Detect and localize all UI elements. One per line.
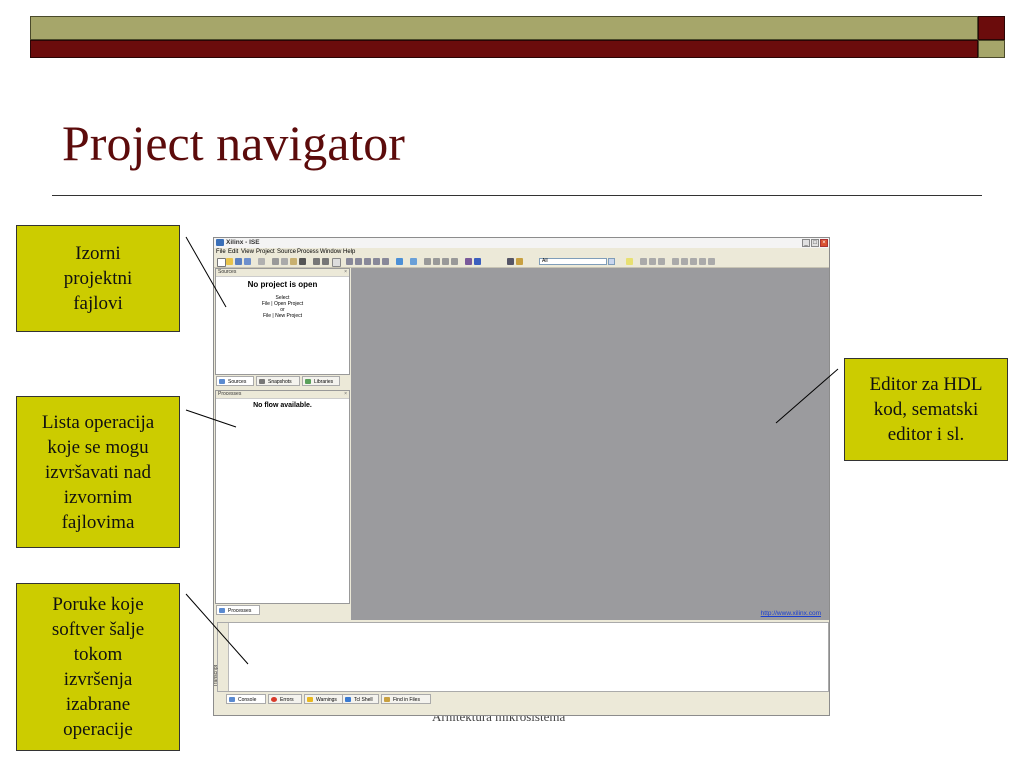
leader-line-processes — [185, 409, 237, 428]
leader-line-editor — [775, 368, 839, 424]
leader-line-sources — [185, 236, 227, 308]
leader-line-messages — [185, 593, 249, 665]
callout-leader-lines — [185, 236, 839, 665]
